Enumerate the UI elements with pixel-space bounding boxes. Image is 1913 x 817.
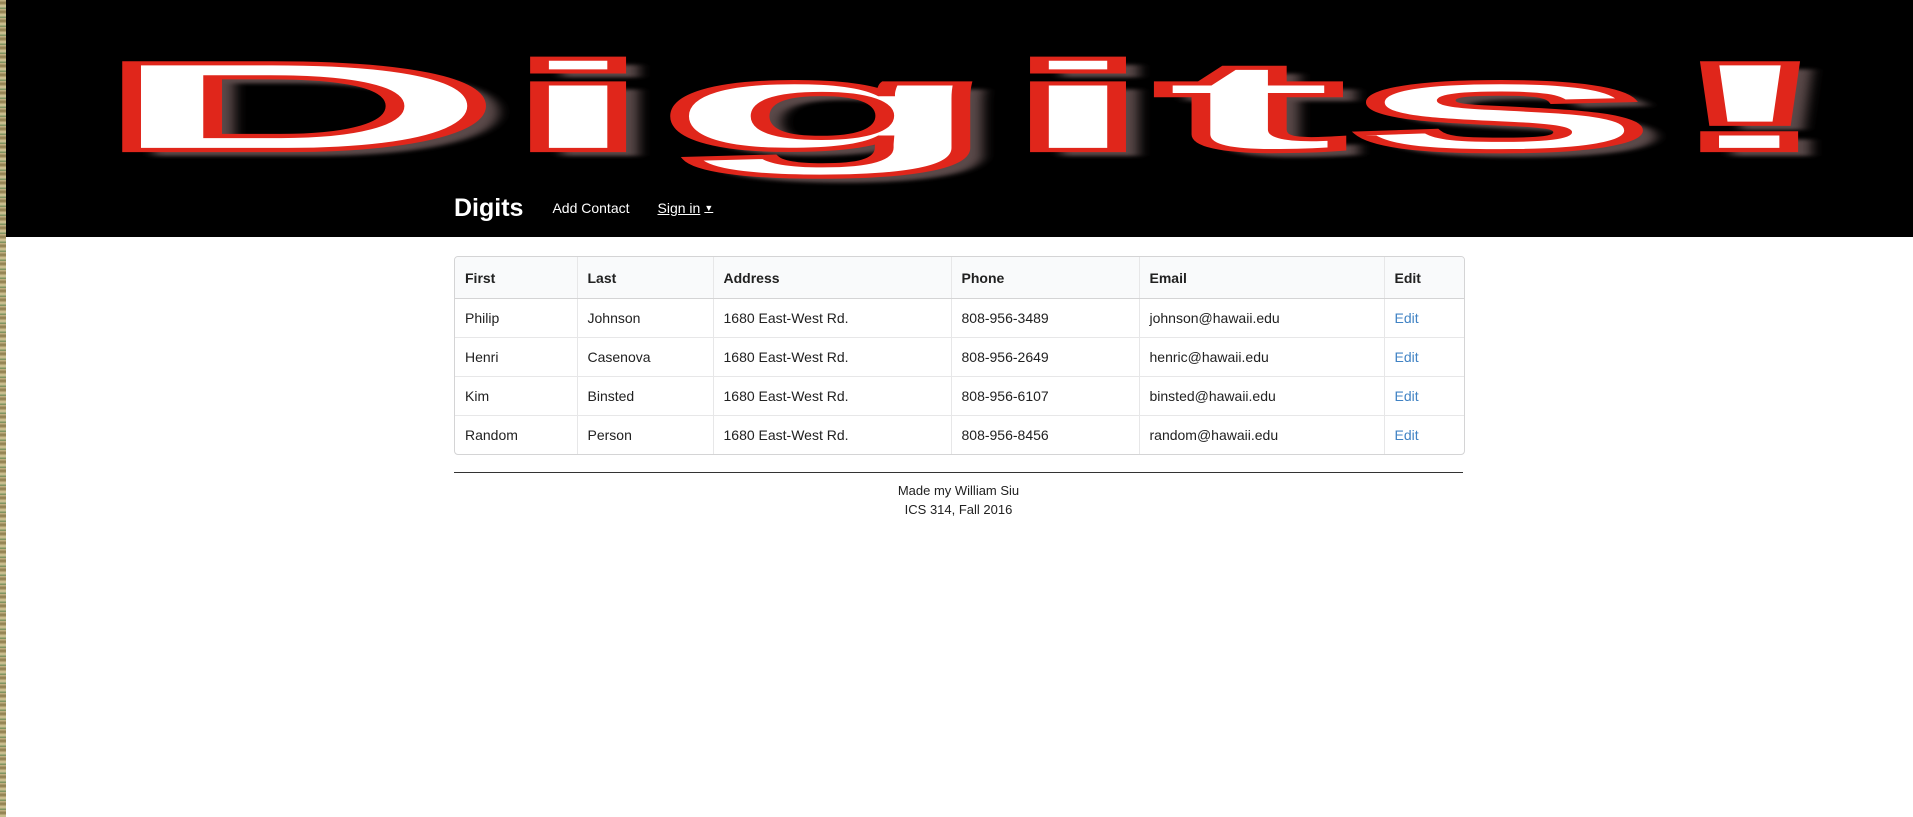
cell-edit: Edit [1383, 337, 1464, 377]
cell-edit: Edit [1383, 376, 1464, 416]
cell-last: Binsted [576, 376, 713, 416]
footer-course: ICS 314, Fall 2016 [904, 502, 1013, 517]
caret-down-icon: ▼ [704, 203, 714, 213]
edit-link[interactable]: Edit [1395, 427, 1419, 443]
cell-email: henric@hawaii.edu [1138, 337, 1384, 377]
cell-first: Kim [455, 376, 577, 416]
contacts-table: First Last Address Phone Email Edit Phil… [455, 257, 1464, 454]
cell-edit: Edit [1383, 415, 1464, 454]
cell-email: random@hawaii.edu [1138, 415, 1384, 454]
brand-link[interactable]: Digits [454, 194, 523, 223]
header-email: Email [1138, 257, 1384, 299]
header-last: Last [576, 257, 713, 299]
table-row: Philip Johnson 1680 East-West Rd. 808-95… [455, 298, 1464, 338]
cell-last: Casenova [576, 337, 713, 377]
cell-phone: 808-956-2649 [950, 337, 1139, 377]
cell-edit: Edit [1383, 298, 1464, 338]
header-phone: Phone [950, 257, 1139, 299]
cell-email: binsted@hawaii.edu [1138, 376, 1384, 416]
cell-phone: 808-956-3489 [950, 298, 1139, 338]
cell-last: Johnson [576, 298, 713, 338]
logo-text: Digits! [94, 36, 1844, 178]
table-row: Random Person 1680 East-West Rd. 808-956… [455, 415, 1464, 454]
cell-address: 1680 East-West Rd. [712, 376, 951, 416]
cell-address: 1680 East-West Rd. [712, 337, 951, 377]
table-row: Henri Casenova 1680 East-West Rd. 808-95… [455, 337, 1464, 377]
cell-address: 1680 East-West Rd. [712, 298, 951, 338]
digits-logo-image: Digits! Digits! [90, 32, 1866, 184]
contacts-table-container: First Last Address Phone Email Edit Phil… [454, 256, 1465, 455]
edit-link[interactable]: Edit [1395, 310, 1419, 326]
table-header-row: First Last Address Phone Email Edit [455, 257, 1464, 299]
top-navbar: Digits Add Contact Sign in ▼ [454, 186, 741, 230]
cell-email: johnson@hawaii.edu [1138, 298, 1384, 338]
sign-in-dropdown[interactable]: Sign in ▼ [658, 200, 714, 216]
sign-in-label: Sign in [657, 200, 701, 216]
add-contact-link[interactable]: Add Contact [552, 200, 629, 216]
cell-phone: 808-956-8456 [950, 415, 1139, 454]
footer-credit: Made my William Siu [897, 483, 1020, 498]
header-banner: Digits! Digits! Digits Add Contact Sign … [6, 0, 1913, 237]
table-row: Kim Binsted 1680 East-West Rd. 808-956-6… [455, 376, 1464, 416]
cell-first: Henri [455, 337, 577, 377]
cell-first: Philip [465, 310, 500, 326]
cell-address: 1680 East-West Rd. [712, 415, 951, 454]
header-first: First [455, 257, 577, 299]
edit-link[interactable]: Edit [1395, 349, 1419, 365]
header-edit: Edit [1383, 257, 1464, 299]
edit-link[interactable]: Edit [1395, 388, 1419, 404]
cell-first: Random [455, 415, 577, 454]
page-footer: Made my William Siu ICS 314, Fall 2016 [454, 472, 1463, 519]
header-address: Address [712, 257, 951, 299]
cell-phone: 808-956-6107 [950, 376, 1139, 416]
cell-last: Person [576, 415, 713, 454]
